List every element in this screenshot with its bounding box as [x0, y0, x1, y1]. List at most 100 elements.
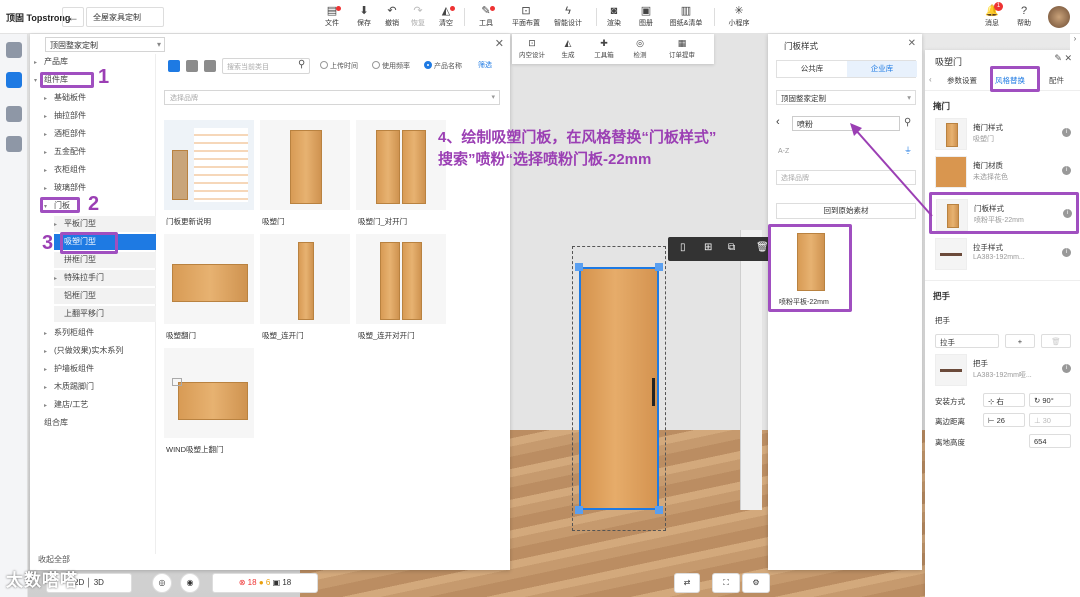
tree-item[interactable]: ▸ 抽拉部件 [44, 108, 86, 124]
product-card[interactable]: 吸塑_连开对开门 [356, 234, 446, 340]
resize-handle[interactable] [575, 263, 583, 271]
tree-item[interactable]: ▸ 产品库 [34, 54, 68, 70]
status-counts[interactable]: ⊗ 18 ● 6 ▣ 18 [212, 573, 318, 593]
order-submit-button[interactable]: ▦ 订单提审 [662, 37, 702, 59]
collapse-all-button[interactable]: 收起全部 [30, 554, 70, 565]
tree-item[interactable]: ▸ 五金配件 [44, 144, 86, 160]
save-button[interactable]: ⬇ 保存 [352, 4, 376, 30]
clear-button[interactable]: ◭ 清空 [434, 4, 458, 30]
product-card[interactable]: 吸塑_连开门 [260, 234, 350, 340]
product-card[interactable]: 吸塑门_对开门 [356, 120, 446, 226]
handle-type-select[interactable]: 拉手 [935, 334, 999, 348]
drawing-list-button[interactable]: ▥ 图纸&清单 [664, 4, 708, 30]
prev-tab-icon[interactable]: ‹ [929, 75, 932, 84]
tool-button[interactable]: ✎ 工具 [474, 4, 498, 30]
layer-icon[interactable]: ◎ [152, 573, 172, 593]
tree-item[interactable]: ▸ 护墙板组件 [44, 361, 94, 377]
project-name[interactable]: 全屋家具定制 [86, 7, 164, 27]
handle-item-row[interactable]: 把手 LA383-192mm哑... i [935, 354, 1075, 388]
sort-upload-radio[interactable]: 上传时间 [320, 61, 358, 71]
close-icon[interactable]: ✕ [908, 38, 916, 49]
tree-item[interactable]: ▸ 玻璃部件 [44, 180, 86, 196]
add-icon[interactable]: ⊞ [704, 242, 712, 253]
search-input[interactable]: 搜索当前类目 [222, 58, 310, 74]
back-button[interactable]: ← [62, 7, 84, 27]
brand-select[interactable]: 选择品牌 [164, 90, 500, 105]
resize-handle[interactable] [655, 263, 663, 271]
tree-item[interactable]: 铝框门型 [54, 288, 156, 304]
user-icon[interactable] [6, 106, 22, 122]
album-button[interactable]: ▣ 图册 [634, 4, 658, 30]
toolbox-button[interactable]: ✚ 工具箱 [588, 37, 620, 59]
settings-icon[interactable]: ⚙ [742, 573, 770, 593]
cabinet-icon[interactable] [6, 72, 22, 88]
handle-style-row[interactable]: 拉手样式 LA383-192mm... i [935, 238, 1075, 272]
info-icon[interactable]: i [1062, 248, 1071, 257]
smart-design-button[interactable]: ϟ 智能设计 [548, 4, 588, 30]
edge-input[interactable]: ⊢ 26 [983, 413, 1025, 427]
render-button[interactable]: ◙ 渲染 [602, 4, 626, 30]
tree-item[interactable]: ▸ (只做效果)实木系列 [44, 343, 123, 359]
selected-door-3d[interactable] [579, 267, 659, 510]
door-style-row[interactable]: 掩门样式 吸塑门 i [935, 118, 1075, 152]
product-card[interactable]: 吸塑翻门 [164, 234, 254, 340]
miniapp-button[interactable]: ✳ 小程序 [724, 4, 754, 30]
box-icon[interactable] [6, 136, 22, 152]
grid-view-icon[interactable] [168, 60, 180, 72]
tree-item[interactable]: ▸ 系列柜组件 [44, 325, 94, 341]
tree-item[interactable]: ▸ 木质踢脚门 [44, 379, 94, 395]
sofa-icon[interactable] [6, 42, 22, 58]
tree-item[interactable]: 组合库 [44, 415, 68, 431]
file-button[interactable]: ▤ 文件 [320, 4, 344, 30]
edit-icon[interactable]: ✎ ✕ [1054, 53, 1072, 64]
tree-item[interactable]: ▸ 衣柜组件 [44, 162, 86, 178]
resize-handle[interactable] [575, 506, 583, 514]
tree-item[interactable]: ▸ 酒柜部件 [44, 126, 86, 142]
install-select[interactable]: ⊹ 右 [983, 393, 1025, 407]
interior-design-button[interactable]: ⊡ 内空设计 [516, 37, 548, 59]
list-view-icon[interactable] [186, 60, 198, 72]
help-button[interactable]: ? 帮助 [1012, 4, 1036, 30]
library-selector[interactable]: 顶固整家定制 [45, 37, 165, 52]
search-icon[interactable]: ⚲ [298, 59, 305, 70]
redo-button[interactable]: ↷ 恢复 [406, 4, 430, 30]
tab-params[interactable]: 参数设置 [947, 75, 977, 86]
settings-view-icon[interactable] [204, 60, 216, 72]
sort-name-radio[interactable]: 产品名称 [424, 61, 462, 71]
edit-icon[interactable]: ▯ [680, 242, 686, 253]
product-card[interactable]: 门板更新说明 [164, 120, 254, 226]
tab-parts[interactable]: 配件 [1049, 75, 1064, 86]
add-handle-button[interactable]: + [1005, 334, 1035, 348]
tree-item[interactable]: 上翻平移门 [54, 306, 156, 322]
info-icon[interactable]: i [1062, 364, 1071, 373]
tree-item[interactable]: ▸ 平板门型 [54, 216, 156, 232]
generate-button[interactable]: ◭ 生成 [552, 37, 584, 59]
check-button[interactable]: ◎ 检测 [624, 37, 656, 59]
info-icon[interactable]: i [1062, 166, 1071, 175]
mirror-icon[interactable]: ⧉ [728, 242, 735, 253]
visibility-icon[interactable]: ◉ [180, 573, 200, 593]
info-icon[interactable]: i [1063, 209, 1072, 218]
undo-button[interactable]: ↶ 撤销 [380, 4, 404, 30]
tree-item[interactable]: ▸ 建店/工艺 [44, 397, 88, 413]
delete-icon[interactable]: 🗑 [756, 242, 769, 253]
tree-item[interactable]: 拼框门型 [54, 252, 156, 268]
tree-item[interactable]: ▸ 基础板件 [44, 90, 86, 106]
door-material-row[interactable]: 掩门材质 未选择花色 i [935, 156, 1075, 190]
screenshot-icon[interactable]: ⛶ [712, 573, 740, 593]
avatar[interactable] [1048, 6, 1070, 28]
angle-select[interactable]: ↻ 90° [1029, 393, 1071, 407]
delete-handle-button[interactable]: 🗑 [1041, 334, 1071, 348]
back-arrow-icon[interactable]: ‹ [776, 116, 780, 128]
sort-az[interactable]: A-Z [778, 148, 789, 155]
resize-handle[interactable] [655, 506, 663, 514]
info-icon[interactable]: i [1062, 128, 1071, 137]
tab-enterprise[interactable]: 企业库 [847, 61, 917, 77]
edge-input-2[interactable]: ⊥ 30 [1029, 413, 1071, 427]
tree-item[interactable]: ▸ 特殊拉手门 [54, 270, 156, 286]
search-result-card[interactable]: 喷粉平板-22mm [768, 224, 852, 312]
height-input[interactable]: 654 [1029, 434, 1071, 448]
toggle-icon[interactable]: ⇄ [674, 573, 700, 593]
filter-button[interactable]: 筛选 [478, 60, 492, 70]
close-icon[interactable]: ✕ [495, 37, 504, 50]
